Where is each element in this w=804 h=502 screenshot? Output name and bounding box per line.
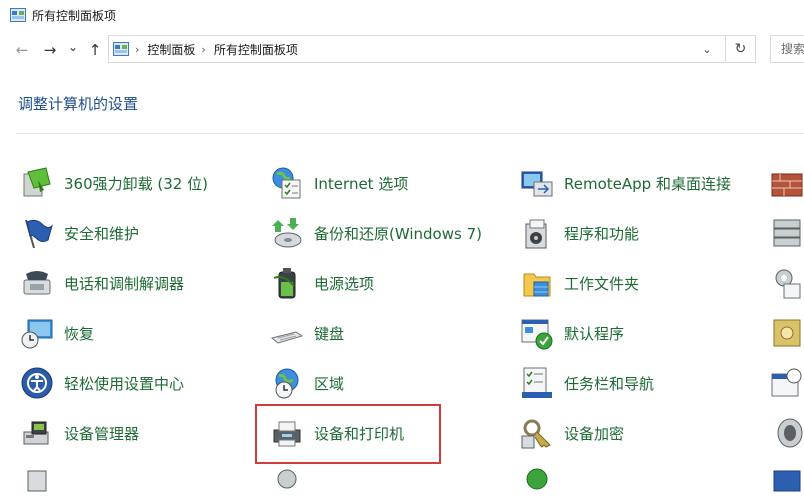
item-partial-firewall[interactable]	[770, 165, 804, 201]
window-title: 所有控制面板项	[32, 8, 117, 23]
item-partial-row7-col1[interactable]	[20, 466, 54, 502]
item-partial-date-time[interactable]	[770, 365, 804, 401]
navigation-bar: ← → ⌄ ↑ › 控制面板 › 所有控制面板项 ⌄ ↻	[0, 30, 804, 70]
item-device-manager[interactable]: 设备管理器	[20, 415, 139, 451]
region-icon	[270, 366, 304, 400]
breadcrumb-separator-icon: ›	[201, 42, 206, 56]
forward-button[interactable]: →	[40, 40, 60, 60]
remoteapp-icon	[520, 166, 554, 200]
control-panel-icon	[113, 42, 129, 56]
item-360-uninstall[interactable]: 360强力卸载 (32 位)	[20, 165, 208, 201]
flag-icon	[20, 216, 54, 250]
programs-icon	[520, 216, 554, 250]
item-phone-modem[interactable]: 电话和调制解调器	[20, 265, 184, 301]
vault-icon	[770, 316, 804, 350]
arrow-right-icon: →	[43, 41, 57, 59]
item-programs-features[interactable]: 程序和功能	[520, 215, 639, 251]
item-partial-row7-col2[interactable]	[270, 466, 304, 502]
item-remoteapp[interactable]: RemoteApp 和桌面连接	[520, 165, 731, 201]
power-icon	[270, 266, 304, 300]
ease-of-access-icon	[20, 366, 54, 400]
item-ease-of-access[interactable]: 轻松使用设置中心	[20, 365, 184, 401]
partial-icon	[20, 467, 54, 501]
divider	[16, 133, 804, 134]
arrow-left-icon: ←	[15, 41, 29, 59]
address-bar[interactable]: › 控制面板 › 所有控制面板项 ⌄ ↻	[108, 35, 756, 63]
recent-locations-button[interactable]: ⌄	[66, 37, 80, 57]
item-power-options[interactable]: 电源选项	[270, 265, 374, 301]
back-button[interactable]: ←	[12, 40, 32, 60]
work-folders-icon	[520, 266, 554, 300]
item-device-encryption[interactable]: 设备加密	[520, 415, 624, 451]
item-security-maintenance[interactable]: 安全和维护	[20, 215, 139, 251]
gear-icon	[770, 266, 804, 300]
calendar-icon	[770, 366, 804, 400]
search-box[interactable]	[770, 35, 804, 63]
item-recovery[interactable]: 恢复	[20, 315, 94, 351]
title-bar: 所有控制面板项	[0, 0, 804, 30]
address-dropdown-button[interactable]: ⌄	[695, 36, 719, 62]
item-work-folders[interactable]: 工作文件夹	[520, 265, 639, 301]
arrow-up-icon: ↑	[88, 41, 102, 59]
storage-icon	[770, 216, 804, 250]
item-backup-restore[interactable]: 备份和还原(Windows 7)	[270, 215, 482, 251]
item-internet-options[interactable]: Internet 选项	[270, 165, 408, 201]
partial-icon	[770, 467, 804, 501]
backup-icon	[270, 216, 304, 250]
page-heading: 调整计算机的设置	[18, 95, 139, 113]
partial-icon	[270, 467, 304, 501]
up-button[interactable]: ↑	[86, 40, 104, 60]
chevron-down-icon: ⌄	[702, 42, 712, 56]
refresh-icon: ↻	[734, 41, 747, 57]
item-partial-row7-col3[interactable]	[520, 466, 554, 502]
breadcrumb-control-panel[interactable]: 控制面板	[147, 41, 195, 58]
highlight-box	[255, 404, 441, 464]
item-region[interactable]: 区域	[270, 365, 344, 401]
item-partial-credential[interactable]	[770, 315, 804, 351]
partial-icon	[520, 467, 554, 501]
taskbar-icon	[520, 366, 554, 400]
firewall-icon	[770, 166, 804, 200]
default-programs-icon	[520, 316, 554, 350]
item-partial-sound[interactable]	[770, 415, 804, 451]
recovery-icon	[20, 316, 54, 350]
item-partial-settings[interactable]	[770, 265, 804, 301]
internet-options-icon	[270, 166, 304, 200]
item-taskbar-navigation[interactable]: 任务栏和导航	[520, 365, 654, 401]
refresh-button[interactable]: ↻	[725, 36, 755, 62]
keyboard-icon	[270, 316, 304, 350]
control-panel-icon	[10, 8, 26, 22]
uninstall-icon	[20, 166, 54, 200]
item-partial-storage[interactable]	[770, 215, 804, 251]
breadcrumb-all-items[interactable]: 所有控制面板项	[214, 41, 298, 58]
phone-modem-icon	[20, 266, 54, 300]
item-default-programs[interactable]: 默认程序	[520, 315, 624, 351]
device-encryption-icon	[520, 416, 554, 450]
search-input[interactable]	[779, 41, 804, 57]
item-keyboard[interactable]: 键盘	[270, 315, 344, 351]
speaker-icon	[770, 416, 804, 450]
chevron-down-icon: ⌄	[67, 40, 79, 54]
item-partial-row7-col4[interactable]	[770, 466, 804, 502]
breadcrumb-separator-icon: ›	[135, 42, 140, 56]
device-manager-icon	[20, 416, 54, 450]
